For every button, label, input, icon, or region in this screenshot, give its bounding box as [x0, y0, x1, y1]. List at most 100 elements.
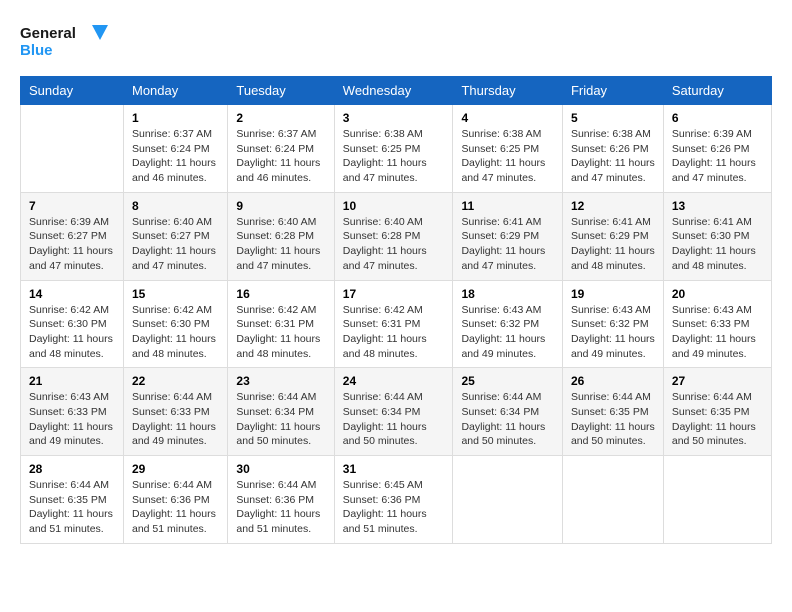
logo: GeneralBlue: [20, 20, 110, 60]
day-number: 25: [461, 374, 554, 388]
day-info: Sunrise: 6:38 AMSunset: 6:25 PMDaylight:…: [461, 127, 554, 186]
day-info: Sunrise: 6:44 AMSunset: 6:36 PMDaylight:…: [236, 478, 325, 537]
day-info: Sunrise: 6:44 AMSunset: 6:33 PMDaylight:…: [132, 390, 219, 449]
day-number: 23: [236, 374, 325, 388]
day-number: 15: [132, 287, 219, 301]
col-header-tuesday: Tuesday: [228, 77, 334, 105]
day-cell: 7 Sunrise: 6:39 AMSunset: 6:27 PMDaylight…: [21, 192, 124, 280]
day-number: 16: [236, 287, 325, 301]
day-cell: [663, 456, 771, 544]
calendar-table: SundayMondayTuesdayWednesdayThursdayFrid…: [20, 76, 772, 544]
day-number: 30: [236, 462, 325, 476]
day-info: Sunrise: 6:40 AMSunset: 6:27 PMDaylight:…: [132, 215, 219, 274]
day-info: Sunrise: 6:44 AMSunset: 6:36 PMDaylight:…: [132, 478, 219, 537]
day-number: 19: [571, 287, 655, 301]
day-number: 29: [132, 462, 219, 476]
day-info: Sunrise: 6:41 AMSunset: 6:29 PMDaylight:…: [461, 215, 554, 274]
day-info: Sunrise: 6:37 AMSunset: 6:24 PMDaylight:…: [132, 127, 219, 186]
day-info: Sunrise: 6:43 AMSunset: 6:32 PMDaylight:…: [461, 303, 554, 362]
day-number: 3: [343, 111, 445, 125]
day-cell: 17 Sunrise: 6:42 AMSunset: 6:31 PMDayligh…: [334, 280, 453, 368]
day-number: 12: [571, 199, 655, 213]
day-cell: 10Sunrise: 6:40 AMSunset: 6:28 PMDayligh…: [334, 192, 453, 280]
day-cell: 13 Sunrise: 6:41 AMSunset: 6:30 PMDayligh…: [663, 192, 771, 280]
day-number: 13: [672, 199, 763, 213]
col-header-saturday: Saturday: [663, 77, 771, 105]
day-number: 6: [672, 111, 763, 125]
col-header-thursday: Thursday: [453, 77, 563, 105]
day-cell: [562, 456, 663, 544]
day-number: 18: [461, 287, 554, 301]
col-header-monday: Monday: [124, 77, 228, 105]
day-cell: 2 Sunrise: 6:37 AMSunset: 6:24 PMDaylight…: [228, 105, 334, 193]
day-number: 31: [343, 462, 445, 476]
page-header: GeneralBlue: [20, 20, 772, 60]
day-info: Sunrise: 6:40 AMSunset: 6:28 PMDaylight:…: [236, 215, 325, 274]
header-row: SundayMondayTuesdayWednesdayThursdayFrid…: [21, 77, 772, 105]
day-number: 2: [236, 111, 325, 125]
day-number: 27: [672, 374, 763, 388]
day-info: Sunrise: 6:44 AMSunset: 6:34 PMDaylight:…: [236, 390, 325, 449]
day-info: Sunrise: 6:42 AMSunset: 6:31 PMDaylight:…: [236, 303, 325, 362]
day-cell: 11 Sunrise: 6:41 AMSunset: 6:29 PMDayligh…: [453, 192, 563, 280]
day-cell: [21, 105, 124, 193]
day-info: Sunrise: 6:43 AMSunset: 6:32 PMDaylight:…: [571, 303, 655, 362]
day-cell: 24 Sunrise: 6:44 AMSunset: 6:34 PMDayligh…: [334, 368, 453, 456]
day-cell: 3 Sunrise: 6:38 AMSunset: 6:25 PMDaylight…: [334, 105, 453, 193]
day-info: Sunrise: 6:44 AMSunset: 6:35 PMDaylight:…: [29, 478, 115, 537]
day-info: Sunrise: 6:44 AMSunset: 6:34 PMDaylight:…: [343, 390, 445, 449]
day-cell: 4 Sunrise: 6:38 AMSunset: 6:25 PMDaylight…: [453, 105, 563, 193]
week-row-3: 14 Sunrise: 6:42 AMSunset: 6:30 PMDayligh…: [21, 280, 772, 368]
day-number: 1: [132, 111, 219, 125]
day-info: Sunrise: 6:41 AMSunset: 6:29 PMDaylight:…: [571, 215, 655, 274]
day-number: 26: [571, 374, 655, 388]
day-info: Sunrise: 6:37 AMSunset: 6:24 PMDaylight:…: [236, 127, 325, 186]
day-cell: 21Sunrise: 6:43 AMSunset: 6:33 PMDayligh…: [21, 368, 124, 456]
day-cell: 22 Sunrise: 6:44 AMSunset: 6:33 PMDayligh…: [124, 368, 228, 456]
day-number: 22: [132, 374, 219, 388]
day-info: Sunrise: 6:39 AMSunset: 6:27 PMDaylight:…: [29, 215, 115, 274]
day-info: Sunrise: 6:45 AMSunset: 6:36 PMDaylight:…: [343, 478, 445, 537]
day-cell: 25 Sunrise: 6:44 AMSunset: 6:34 PMDayligh…: [453, 368, 563, 456]
week-row-2: 7 Sunrise: 6:39 AMSunset: 6:27 PMDaylight…: [21, 192, 772, 280]
day-cell: 14Sunrise: 6:42 AMSunset: 6:30 PMDayligh…: [21, 280, 124, 368]
day-cell: 1 Sunrise: 6:37 AMSunset: 6:24 PMDaylight…: [124, 105, 228, 193]
day-info: Sunrise: 6:40 AMSunset: 6:28 PMDaylight:…: [343, 215, 445, 274]
day-number: 11: [461, 199, 554, 213]
day-info: Sunrise: 6:38 AMSunset: 6:25 PMDaylight:…: [343, 127, 445, 186]
day-cell: 20 Sunrise: 6:43 AMSunset: 6:33 PMDayligh…: [663, 280, 771, 368]
day-cell: 9 Sunrise: 6:40 AMSunset: 6:28 PMDaylight…: [228, 192, 334, 280]
day-info: Sunrise: 6:42 AMSunset: 6:31 PMDaylight:…: [343, 303, 445, 362]
day-info: Sunrise: 6:44 AMSunset: 6:34 PMDaylight:…: [461, 390, 554, 449]
day-cell: 12 Sunrise: 6:41 AMSunset: 6:29 PMDayligh…: [562, 192, 663, 280]
day-info: Sunrise: 6:41 AMSunset: 6:30 PMDaylight:…: [672, 215, 763, 274]
svg-text:General: General: [20, 25, 76, 42]
day-number: 4: [461, 111, 554, 125]
day-info: Sunrise: 6:39 AMSunset: 6:26 PMDaylight:…: [672, 127, 763, 186]
day-cell: 6 Sunrise: 6:39 AMSunset: 6:26 PMDaylight…: [663, 105, 771, 193]
day-number: 20: [672, 287, 763, 301]
day-info: Sunrise: 6:43 AMSunset: 6:33 PMDaylight:…: [672, 303, 763, 362]
week-row-4: 21Sunrise: 6:43 AMSunset: 6:33 PMDayligh…: [21, 368, 772, 456]
day-number: 21: [29, 374, 115, 388]
day-number: 17: [343, 287, 445, 301]
day-number: 28: [29, 462, 115, 476]
day-number: 24: [343, 374, 445, 388]
day-info: Sunrise: 6:44 AMSunset: 6:35 PMDaylight:…: [571, 390, 655, 449]
week-row-5: 28 Sunrise: 6:44 AMSunset: 6:35 PMDayligh…: [21, 456, 772, 544]
day-cell: 16 Sunrise: 6:42 AMSunset: 6:31 PMDayligh…: [228, 280, 334, 368]
day-cell: 27Sunrise: 6:44 AMSunset: 6:35 PMDayligh…: [663, 368, 771, 456]
day-number: 7: [29, 199, 115, 213]
day-cell: [453, 456, 563, 544]
day-number: 5: [571, 111, 655, 125]
day-info: Sunrise: 6:38 AMSunset: 6:26 PMDaylight:…: [571, 127, 655, 186]
day-number: 14: [29, 287, 115, 301]
day-cell: 8Sunrise: 6:40 AMSunset: 6:27 PMDaylight…: [124, 192, 228, 280]
day-cell: 29 Sunrise: 6:44 AMSunset: 6:36 PMDayligh…: [124, 456, 228, 544]
col-header-sunday: Sunday: [21, 77, 124, 105]
svg-text:Blue: Blue: [20, 42, 53, 59]
day-number: 9: [236, 199, 325, 213]
day-info: Sunrise: 6:42 AMSunset: 6:30 PMDaylight:…: [132, 303, 219, 362]
day-cell: 26 Sunrise: 6:44 AMSunset: 6:35 PMDayligh…: [562, 368, 663, 456]
col-header-friday: Friday: [562, 77, 663, 105]
